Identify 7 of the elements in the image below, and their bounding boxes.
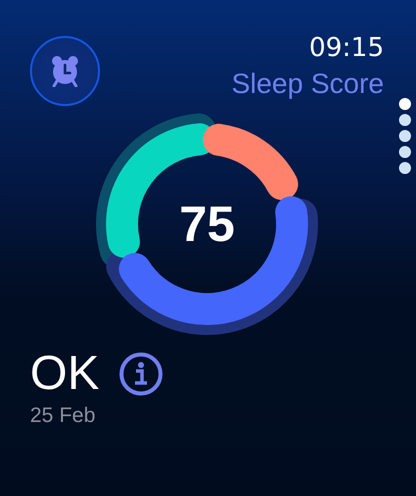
clock-time: 09:15 bbox=[309, 32, 384, 65]
info-icon[interactable] bbox=[119, 352, 164, 396]
rating-label: OK bbox=[30, 346, 100, 402]
date-label: 25 Feb bbox=[30, 404, 96, 428]
screen-title: Sleep Score bbox=[231, 67, 384, 101]
alarm-clock-icon bbox=[50, 55, 80, 87]
score-value: 75 bbox=[179, 195, 235, 253]
